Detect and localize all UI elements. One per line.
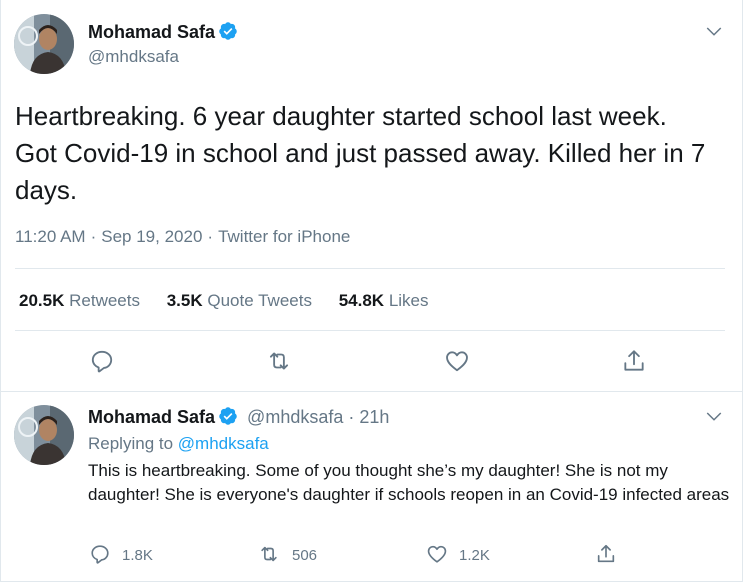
divider: [15, 268, 725, 269]
author-name[interactable]: Mohamad Safa: [88, 21, 238, 43]
retweet-icon[interactable]: [258, 543, 280, 565]
retweets-stat[interactable]: 20.5K Retweets: [19, 291, 140, 310]
reply-separator: ·: [348, 407, 355, 427]
retweet-icon[interactable]: [266, 348, 292, 374]
retweets-count: 20.5K: [19, 291, 65, 310]
likes-count: 54.8K: [338, 291, 385, 310]
heart-icon[interactable]: [444, 348, 470, 374]
quotes-count: 3.5K: [166, 291, 203, 310]
avatar[interactable]: [14, 14, 74, 74]
reply-likes-count: 1.2K: [459, 547, 490, 564]
tweet-date[interactable]: Sep 19, 2020: [101, 227, 202, 246]
likes-label: Likes: [388, 291, 429, 310]
tweet-text: Heartbreaking. 6 year daughter started s…: [15, 101, 706, 205]
divider: [15, 330, 725, 331]
reply-author-name[interactable]: Mohamad Safa: [88, 407, 215, 427]
author-handle[interactable]: @mhdksafa: [88, 47, 179, 67]
tweet-source[interactable]: Twitter for iPhone: [218, 227, 350, 246]
verified-badge-icon: [218, 21, 238, 41]
meta-separator: ·: [207, 227, 214, 246]
tweet-time[interactable]: 11:20 AM: [15, 227, 86, 246]
section-divider: [0, 391, 743, 392]
reply-age[interactable]: 21h: [359, 407, 389, 427]
share-icon[interactable]: [595, 543, 617, 565]
reply-header: Mohamad Safa @mhdksafa · 21h: [88, 406, 389, 428]
chevron-down-icon[interactable]: [705, 407, 723, 425]
quotes-stat[interactable]: 3.5K Quote Tweets: [167, 291, 312, 310]
chevron-down-icon[interactable]: [705, 22, 723, 40]
quotes-label: Quote Tweets: [207, 291, 312, 310]
likes-stat[interactable]: 54.8K Likes: [339, 291, 429, 310]
retweets-label: Retweets: [69, 291, 140, 310]
reply-icon[interactable]: [89, 543, 111, 565]
reply-text: This is heartbreaking. Some of you thoug…: [88, 461, 730, 504]
replying-prefix: Replying to: [88, 434, 174, 453]
share-icon[interactable]: [621, 348, 647, 374]
tweet-stats: 20.5K Retweets 3.5K Quote Tweets 54.8K L…: [19, 291, 451, 311]
replying-to-link[interactable]: @mhdksafa: [178, 434, 269, 453]
verified-badge-icon: [218, 406, 238, 426]
author-name-text[interactable]: Mohamad Safa: [88, 22, 215, 42]
reply-icon[interactable]: [89, 348, 115, 374]
heart-icon[interactable]: [426, 543, 448, 565]
reply-author-handle[interactable]: @mhdksafa: [247, 407, 343, 427]
reply-replies-count: 1.8K: [122, 547, 153, 564]
replying-to: Replying to @mhdksafa: [88, 434, 269, 454]
meta-separator: ·: [90, 227, 97, 246]
reply-avatar[interactable]: [14, 405, 74, 465]
reply-retweets-count: 506: [292, 547, 318, 564]
tweet-meta: 11:20 AM · Sep 19, 2020 · Twitter for iPhone: [15, 227, 350, 247]
